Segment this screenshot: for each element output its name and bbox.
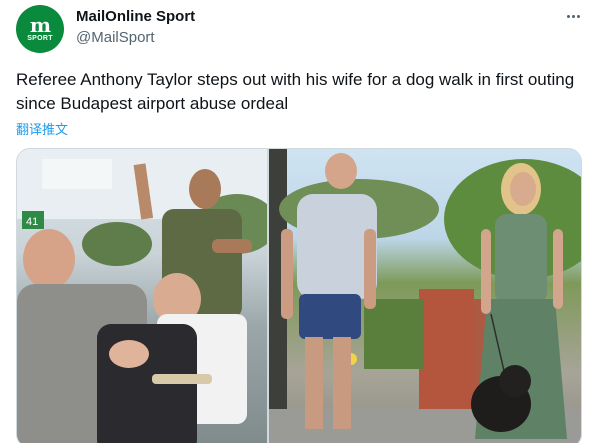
- media-grid: 41: [16, 148, 582, 443]
- photo-crowd[interactable]: 41: [17, 149, 267, 443]
- exit-sign-text: 41: [26, 216, 38, 228]
- photo-crowd-illustration: 41: [17, 149, 267, 443]
- account-handle[interactable]: @MailSport: [76, 29, 155, 46]
- avatar-monogram: m: [29, 13, 51, 37]
- avatar-tag: SPORT: [27, 35, 53, 42]
- display-name[interactable]: MailOnline Sport: [76, 8, 195, 25]
- tweet-text: Referee Anthony Taylor steps out with hi…: [16, 70, 575, 113]
- photo-dog-walk[interactable]: [269, 149, 581, 443]
- translate-tweet-link[interactable]: 翻译推文: [16, 119, 68, 138]
- more-horizontal-icon[interactable]: [561, 6, 585, 26]
- avatar[interactable]: m SPORT: [16, 5, 64, 53]
- photo-dog-walk-illustration: [269, 149, 581, 443]
